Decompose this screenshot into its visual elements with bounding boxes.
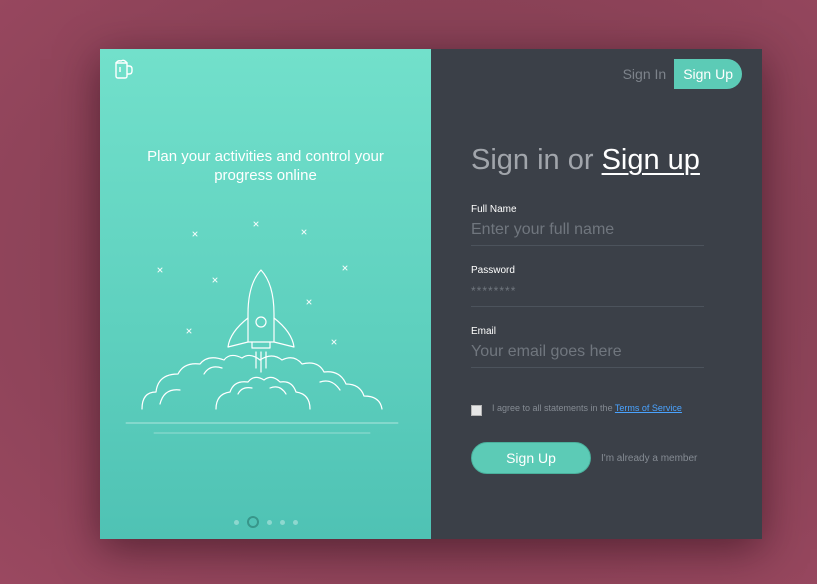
password-field-group: Password [471, 265, 704, 307]
password-label: Password [471, 265, 515, 276]
carousel-dot[interactable] [233, 519, 239, 525]
full-name-input[interactable] [471, 219, 704, 246]
email-input[interactable] [471, 341, 704, 368]
carousel-dots [100, 516, 431, 528]
form-actions: Sign Up I'm already a member [471, 442, 697, 474]
already-member-link[interactable]: I'm already a member [601, 453, 697, 464]
terms-checkbox[interactable] [471, 405, 482, 416]
carousel-dot[interactable] [292, 519, 298, 525]
form-panel: Sign In Sign Up Sign in or Sign up Full … [431, 49, 762, 539]
heading-sign-up-link[interactable]: Sign up [602, 144, 700, 176]
email-field-group: Email [471, 326, 704, 368]
agree-text: I agree to all statements in the [492, 403, 613, 413]
full-name-label: Full Name [471, 204, 517, 215]
tagline-line-2: progress online [214, 167, 317, 184]
terms-text: I agree to all statements in the Terms o… [492, 403, 682, 413]
illustration-panel: Plan your activities and control your pr… [100, 49, 431, 539]
heading-prefix: Sign in or [471, 144, 594, 176]
signup-card: Plan your activities and control your pr… [100, 49, 762, 539]
tab-sign-up[interactable]: Sign Up [674, 59, 742, 89]
tab-sign-in[interactable]: Sign In [623, 60, 667, 88]
tagline-line-1: Plan your activities and control your [147, 148, 384, 165]
form-heading: Sign in or Sign up [471, 144, 700, 177]
terms-agreement: I agree to all statements in the Terms o… [471, 402, 682, 416]
carousel-dot[interactable] [266, 519, 272, 525]
tagline: Plan your activities and control your pr… [100, 147, 431, 185]
carousel-dot-active[interactable] [246, 516, 259, 528]
rocket-launch-illustration [125, 221, 399, 434]
smoke-clouds [141, 354, 383, 410]
email-label: Email [471, 326, 497, 337]
terms-of-service-link[interactable]: Terms of Service [615, 403, 682, 413]
auth-tabs: Sign In Sign Up [623, 59, 742, 89]
password-input[interactable] [471, 280, 704, 307]
carousel-dot[interactable] [279, 519, 285, 525]
sign-up-button[interactable]: Sign Up [471, 442, 591, 474]
full-name-field-group: Full Name [471, 204, 704, 246]
coffee-cup-icon [115, 59, 133, 79]
